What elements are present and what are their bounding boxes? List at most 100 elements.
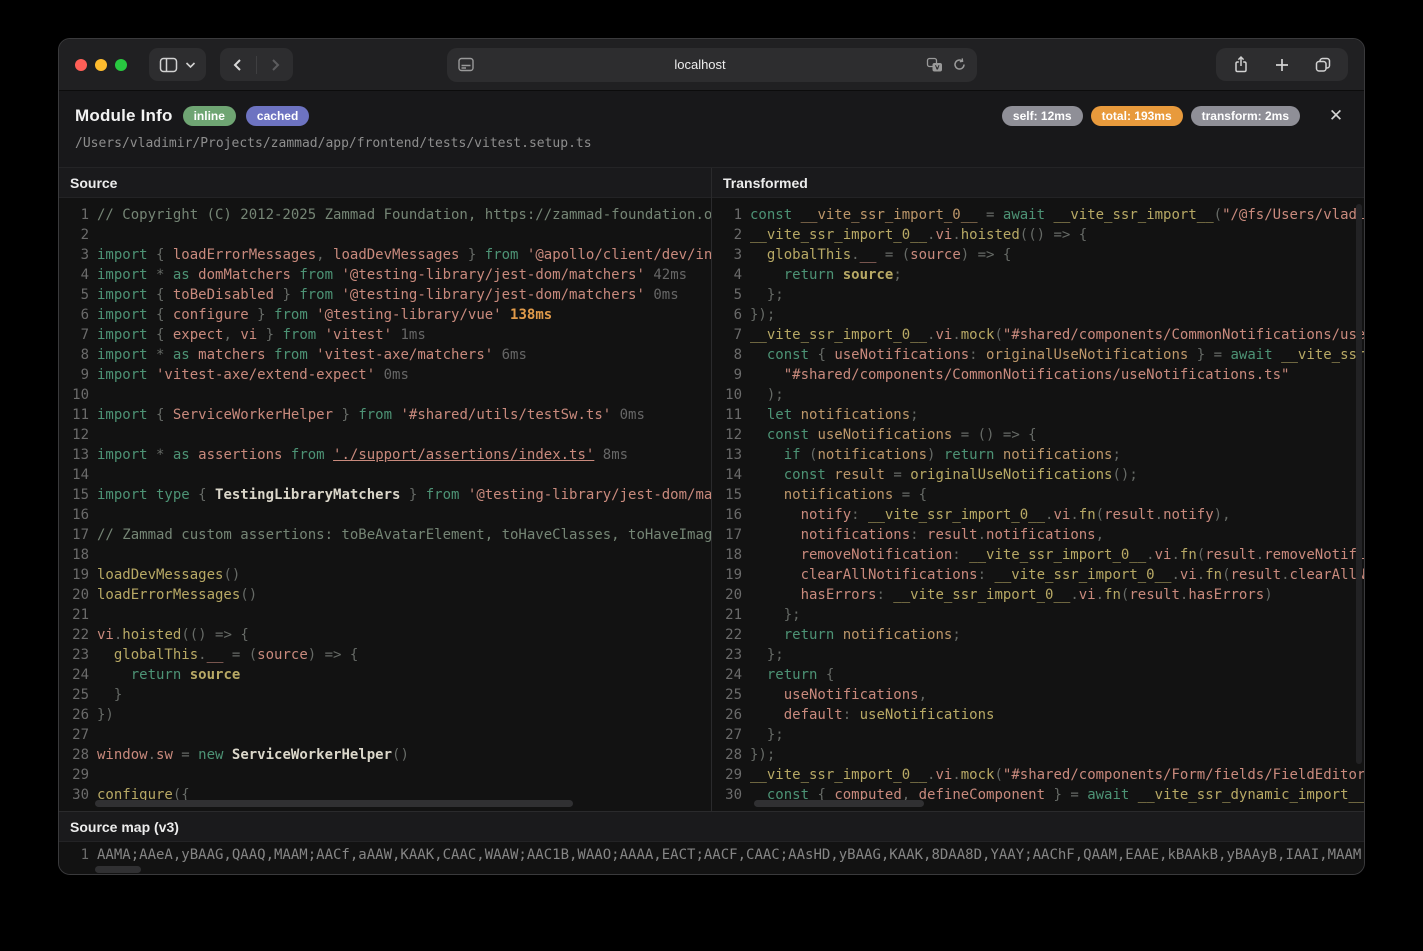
code-line: 7 __vite_ssr_import_0__.vi.mock("#shared/… bbox=[712, 325, 1364, 345]
source-panel: Source 1// Copyright (C) 2012-2025 Zamma… bbox=[59, 168, 711, 811]
code-line: 12 const useNotifications = () => { bbox=[712, 425, 1364, 445]
code-line: 3 import { loadErrorMessages, loadDevMess… bbox=[59, 245, 711, 265]
line-number: 22 bbox=[72, 627, 89, 643]
browser-window: localhost Module Info inline cached self… bbox=[58, 38, 1365, 875]
line-number: 1 bbox=[80, 847, 89, 863]
code-line: 23 globalThis.__ = (source) => { bbox=[59, 645, 711, 665]
sourcemap-header: Source map (v3) bbox=[59, 812, 1364, 842]
code-line: 27 bbox=[59, 725, 711, 745]
module-file-path: /Users/vladimir/Projects/zammad/app/fron… bbox=[75, 136, 592, 151]
line-number: 21 bbox=[725, 607, 742, 623]
code-line: 4 return source; bbox=[712, 265, 1364, 285]
line-number: 23 bbox=[725, 647, 742, 663]
minimize-window-button[interactable] bbox=[95, 58, 107, 71]
code-line: 14 bbox=[59, 465, 711, 485]
code-line: 19 clearAllNotifications: __vite_ssr_imp… bbox=[712, 565, 1364, 585]
code-line: 28}); bbox=[712, 745, 1364, 765]
code-line: 24 return source bbox=[59, 665, 711, 685]
transformed-vertical-scrollbar[interactable] bbox=[1356, 204, 1362, 764]
code-line: 4 import * as domMatchers from '@testing-… bbox=[59, 265, 711, 285]
code-line: 15 notifications = { bbox=[712, 485, 1364, 505]
code-line: 29 __vite_ssr_import_0__.vi.mock("#shared… bbox=[712, 765, 1364, 785]
assertions-module-link[interactable]: './support/assertions/index.ts' bbox=[333, 447, 594, 463]
share-icon[interactable] bbox=[1232, 55, 1250, 75]
line-number: 4 bbox=[733, 267, 742, 283]
line-number: 24 bbox=[72, 667, 89, 683]
page-settings-icon[interactable] bbox=[457, 56, 475, 73]
badge-cached: cached bbox=[245, 106, 310, 126]
code-line: 25 useNotifications, bbox=[712, 685, 1364, 705]
line-number: 18 bbox=[725, 547, 742, 563]
line-number: 15 bbox=[72, 487, 89, 503]
line-number: 27 bbox=[725, 727, 742, 743]
transformed-horizontal-scrollbar[interactable] bbox=[754, 800, 924, 807]
sourcemap-horizontal-scrollbar[interactable] bbox=[95, 866, 141, 873]
chevron-down-icon[interactable] bbox=[185, 61, 196, 69]
address-bar[interactable]: localhost bbox=[446, 47, 977, 82]
line-number: 5 bbox=[80, 287, 89, 303]
line-number: 12 bbox=[725, 427, 742, 443]
new-tab-icon[interactable] bbox=[1274, 57, 1290, 73]
line-number: 3 bbox=[733, 247, 742, 263]
tab-overview-icon[interactable] bbox=[1314, 56, 1332, 73]
code-line: 6}); bbox=[712, 305, 1364, 325]
code-line: 2 __vite_ssr_import_0__.vi.hoisted(() => … bbox=[712, 225, 1364, 245]
line-number: 21 bbox=[72, 607, 89, 623]
line-number: 4 bbox=[80, 267, 89, 283]
translate-icon[interactable] bbox=[926, 57, 943, 73]
line-number: 25 bbox=[725, 687, 742, 703]
code-line: 9 import 'vitest-axe/extend-expect' 0ms bbox=[59, 365, 711, 385]
line-number: 24 bbox=[725, 667, 742, 683]
url-text: localhost bbox=[674, 57, 726, 72]
code-line: 22 vi.hoisted(() => { bbox=[59, 625, 711, 645]
timing-self-badge: self: 12ms bbox=[1001, 106, 1083, 126]
reload-icon[interactable] bbox=[952, 57, 967, 72]
source-panel-header: Source bbox=[59, 168, 711, 198]
line-number: 5 bbox=[733, 287, 742, 303]
code-line: 8 const { useNotifications: originalUseN… bbox=[712, 345, 1364, 365]
line-number: 16 bbox=[725, 507, 742, 523]
transformed-panel-header: Transformed bbox=[712, 168, 1364, 198]
sidebar-toggle-icon[interactable] bbox=[159, 57, 178, 73]
line-number: 20 bbox=[725, 587, 742, 603]
source-horizontal-scrollbar[interactable] bbox=[95, 800, 573, 807]
line-number: 28 bbox=[725, 747, 742, 763]
line-number: 6 bbox=[80, 307, 89, 323]
code-line: 13 if (notifications) return notificatio… bbox=[712, 445, 1364, 465]
line-number: 8 bbox=[80, 347, 89, 363]
code-line: 10 ); bbox=[712, 385, 1364, 405]
line-number: 19 bbox=[725, 567, 742, 583]
code-line: 1// Copyright (C) 2012-2025 Zammad Found… bbox=[59, 205, 711, 225]
line-number: 11 bbox=[72, 407, 89, 423]
close-icon[interactable]: ✕ bbox=[1324, 104, 1348, 128]
line-number: 13 bbox=[725, 447, 742, 463]
code-line: 27 }; bbox=[712, 725, 1364, 745]
transformed-panel-title: Transformed bbox=[723, 174, 808, 191]
line-number: 23 bbox=[72, 647, 89, 663]
line-number: 17 bbox=[725, 527, 742, 543]
zoom-window-button[interactable] bbox=[115, 58, 127, 71]
code-line: 1 const __vite_ssr_import_0__ = await __v… bbox=[712, 205, 1364, 225]
code-line: 26 default: useNotifications bbox=[712, 705, 1364, 725]
code-line: 5 import { toBeDisabled } from '@testing-… bbox=[59, 285, 711, 305]
code-line: 18 bbox=[59, 545, 711, 565]
close-window-button[interactable] bbox=[75, 58, 87, 71]
line-number: 30 bbox=[725, 787, 742, 803]
line-number: 2 bbox=[733, 227, 742, 243]
code-line: 5 }; bbox=[712, 285, 1364, 305]
code-line: 10 bbox=[59, 385, 711, 405]
forward-button[interactable] bbox=[257, 48, 293, 81]
line-number: 10 bbox=[72, 387, 89, 403]
code-line: 19 loadDevMessages() bbox=[59, 565, 711, 585]
line-number: 14 bbox=[72, 467, 89, 483]
code-line: 20 hasErrors: __vite_ssr_import_0__.vi.f… bbox=[712, 585, 1364, 605]
transformed-code: 1 const __vite_ssr_import_0__ = await __v… bbox=[712, 198, 1364, 811]
code-line: 29 bbox=[59, 765, 711, 785]
line-number: 26 bbox=[725, 707, 742, 723]
back-button[interactable] bbox=[220, 48, 256, 81]
line-number: 26 bbox=[72, 707, 89, 723]
code-line: 21 }; bbox=[712, 605, 1364, 625]
line-number: 1 bbox=[80, 207, 89, 223]
code-line: 23 }; bbox=[712, 645, 1364, 665]
transformed-panel: Transformed 1 const __vite_ssr_import_0__… bbox=[711, 168, 1364, 811]
